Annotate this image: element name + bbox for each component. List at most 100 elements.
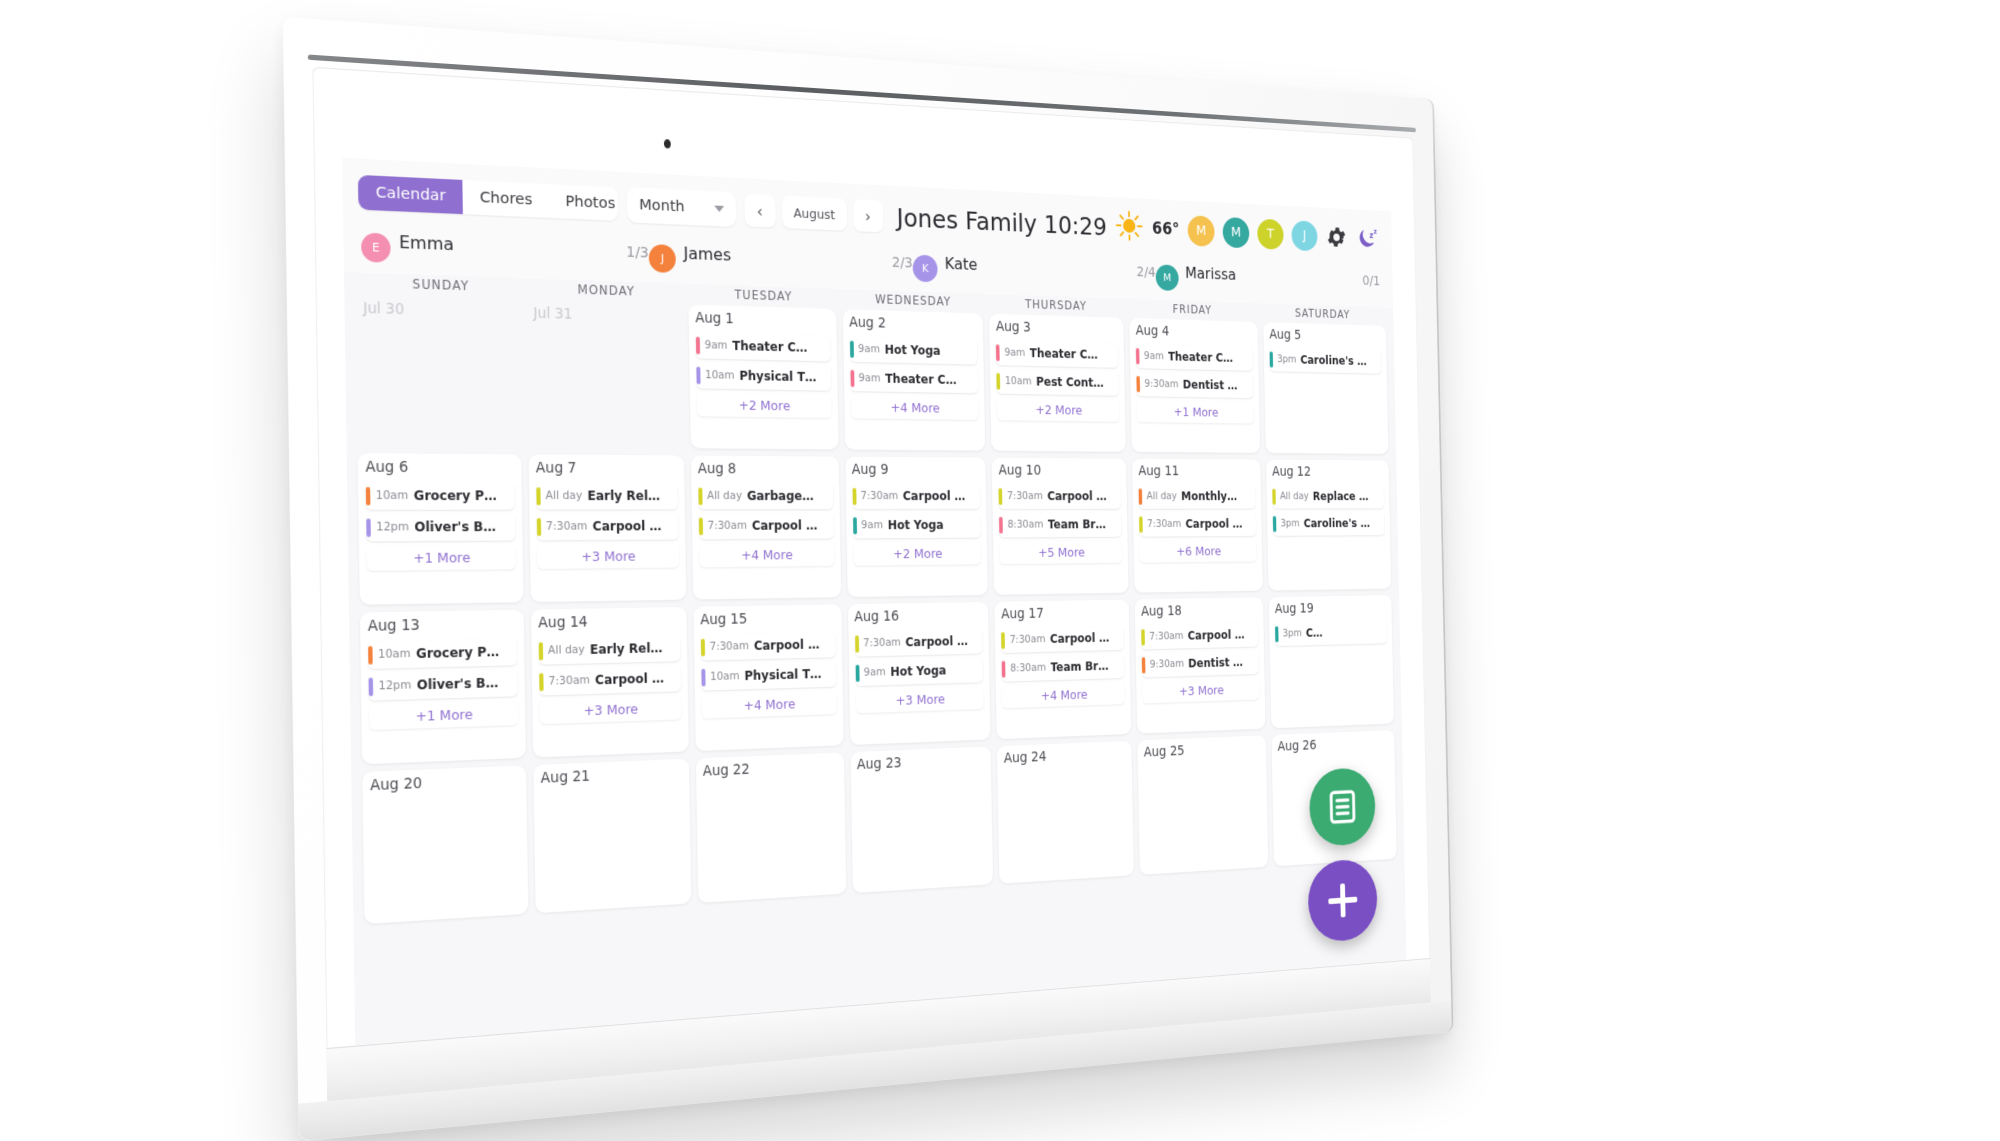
prev-month-button[interactable]: ‹ [744,194,775,228]
event-title: Caroline's … [1300,353,1367,368]
plus-icon [1326,881,1359,921]
calendar-event[interactable]: All dayGarbage… [698,483,833,509]
view-range-select[interactable]: Month [627,187,736,227]
member-emma[interactable]: E Emma 1/3 [361,230,649,272]
view-tabs[interactable]: Calendar Chores Photos [358,175,618,222]
event-title: Carpool … [1047,489,1107,503]
day-cell[interactable]: Aug 11 All dayMonthly… 7:30amCarpool … +6 M… [1132,459,1263,593]
event-title: Carpool … [595,671,664,688]
calendar-event[interactable]: 9amTheater C… [1136,344,1253,371]
calendar-app: Calendar Chores Photos Month ‹ August › [342,158,1406,1046]
more-events-link[interactable]: +6 More [1140,539,1257,562]
day-number: Aug 8 [698,463,832,477]
member-count: 2/3 [892,255,913,272]
member-name: James [683,243,731,264]
event-time: 9am [704,339,727,352]
calendar-event[interactable]: 7:30amCarpool … [700,631,835,660]
avatar: K [913,255,938,283]
calendar-event[interactable]: 9amTheater C… [850,365,978,392]
moon-zzz-icon[interactable]: z z [1355,223,1381,254]
calendar-event[interactable]: 9:30amDentist … [1137,372,1254,398]
more-events-link[interactable]: +3 More [1142,677,1259,703]
event-time: 7:30am [1010,633,1046,646]
day-number: Aug 15 [700,612,835,628]
weekday-saturday: SATURDAY [1258,305,1386,322]
event-color-bar [1141,629,1145,645]
day-cell[interactable]: Aug 23 [850,746,993,893]
calendar-event[interactable]: 10amPhysical T… [701,661,836,690]
avatar: J [649,244,676,273]
day-cell[interactable]: Aug 187:30amCarpool …9:30amDentist …+3 M… [1135,597,1266,733]
day-cell[interactable]: Aug 19amTheater C…10amPhysical T…+2 More [688,304,838,449]
member-count: 0/1 [1362,274,1380,289]
calendar-event[interactable]: 7:30amCarpool … [1139,512,1256,536]
more-events-link[interactable]: +3 More [539,695,681,724]
avatar-m1[interactable]: M [1187,215,1214,247]
more-events-link[interactable]: +3 More [856,686,984,713]
calendar-event[interactable]: 9amHot Yoga [853,512,981,538]
day-number: Aug 14 [538,614,679,631]
calendar-event[interactable]: 9am Theater C… [695,332,830,361]
calendar-event[interactable]: 8:30amTeam Br… [999,512,1121,537]
gear-icon[interactable] [1325,224,1348,251]
event-title: Theater C… [732,339,807,355]
day-cell[interactable]: Aug 25 [1138,735,1269,875]
day-number: Aug 11 [1138,465,1255,478]
event-title: Physical T… [739,369,816,385]
event-color-bar [1137,375,1141,391]
more-events-link[interactable]: +4 More [701,690,836,718]
avatar-m2[interactable]: M [1222,217,1249,248]
more-events-link[interactable]: +2 More [853,541,981,565]
day-number: Aug 25 [1144,742,1261,760]
event-color-bar [1136,348,1140,364]
calendar-event[interactable]: 10amGrocery P… [366,482,515,509]
calendar-event[interactable]: 7:30amCarpool … [537,513,679,540]
calendar-event[interactable]: 7:30amCarpool … [852,483,980,508]
calendar-event[interactable]: 3pmC… [1275,620,1387,646]
calendar-event[interactable]: 9amHot Yoga [849,336,977,364]
day-number: Aug 7 [536,462,677,477]
member-james[interactable]: J James 2/3 [649,242,913,282]
more-events-link[interactable]: +4 More [699,542,834,567]
calendar-event[interactable]: 7:30amCarpool … [999,484,1121,509]
calendar-event[interactable]: 9amTheater C… [996,340,1118,367]
day-cell[interactable]: Aug 107:30amCarpool …8:30amTeam Br…+5 Mo… [992,458,1129,595]
event-color-bar [1139,516,1143,532]
calendar-event[interactable]: All dayEarly Rel… [536,483,678,510]
calendar-event[interactable]: 7:30amCarpool … [539,665,681,695]
more-events-link[interactable]: +1 More [1137,399,1254,423]
day-cell[interactable]: Aug 7All dayEarly Rel…7:30amCarpool …+3 … [528,454,686,602]
event-time: 8:30am [1007,519,1043,531]
day-cell[interactable]: Aug 610amGrocery P…12pmOliver's B…+1 Mor… [358,453,524,605]
calendar-event[interactable]: 12pmOliver's B… [366,513,515,541]
event-color-bar [366,518,371,537]
member-kate[interactable]: K Kate 2/4 [913,253,1157,291]
day-cell[interactable]: Aug 21 [533,759,691,914]
avatar-initial: E [372,241,380,255]
day-cell[interactable]: Aug 1310amGrocery P…12pmOliver's B…+1 Mo… [360,610,526,765]
chevron-down-icon [714,206,724,213]
event-time: 12pm [376,521,409,534]
calendar-event[interactable]: 7:30amCarpool … [698,513,833,539]
calendar-event[interactable]: 10amPest Cont… [997,369,1119,396]
event-color-bar [368,645,373,664]
day-cell[interactable]: Aug 24 [997,741,1134,884]
event-time: All day [546,489,583,502]
more-events-link[interactable]: +5 More [1000,540,1122,564]
calendar-event[interactable]: 9:30amDentist … [1142,650,1259,677]
calendar-event[interactable]: All dayMonthly… [1139,484,1256,508]
weekday-monday: MONDAY [525,280,686,300]
day-cell[interactable]: Aug 20 [362,765,528,924]
day-cell[interactable]: Aug 177:30amCarpool …8:30amTeam Br…+4 Mo… [995,600,1132,740]
event-color-bar [696,366,700,384]
event-title: Carpool … [754,637,820,653]
tab-calendar[interactable]: Calendar [358,175,463,215]
calendar-event[interactable]: 10amPhysical T… [696,362,831,390]
more-events-link[interactable]: +2 More [997,397,1119,421]
more-events-link[interactable]: +2 More [696,392,831,418]
day-cell[interactable]: Aug 39amTheater C…10amPest Cont…+2 More [989,314,1126,452]
calendar-event[interactable]: 7:30amCarpool … [1001,625,1123,652]
event-time: 8:30am [1010,662,1046,675]
day-number: Aug 6 [365,461,514,476]
event-color-bar [999,488,1003,505]
